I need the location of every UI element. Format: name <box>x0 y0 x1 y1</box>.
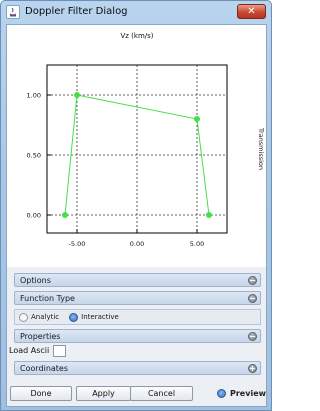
filter-chart[interactable]: Vz (km/s) -5.00 0.00 5.00 0.00 0.50 1.00 Tran… <box>7 25 266 267</box>
close-button[interactable]: ✕ <box>237 4 266 19</box>
window-title: Doppler Filter Dialog <box>25 6 128 17</box>
preview-radio[interactable] <box>217 389 226 398</box>
interactive-radio[interactable] <box>69 312 79 322</box>
function-type-options: Analytic Interactive <box>14 309 261 325</box>
dialog-content: Vz (km/s) -5.00 0.00 5.00 0.00 0.50 1.00 Tran… <box>6 24 267 407</box>
x-tick-label: 0.00 <box>130 240 144 248</box>
y-tick-label: 0.00 <box>27 212 41 220</box>
function-type-panel-header[interactable]: Function Type − <box>14 291 261 305</box>
function-type-label: Function Type <box>20 293 75 303</box>
title-bar[interactable]: Doppler Filter Dialog ✕ <box>1 1 271 23</box>
y-axis-label: Transmission <box>257 127 265 170</box>
function-type-collapse-icon[interactable]: − <box>248 294 257 303</box>
chart-title: Vz (km/s) <box>120 32 153 40</box>
control-point[interactable] <box>74 92 80 98</box>
properties-label: Properties <box>20 331 61 341</box>
interactive-label: Interactive <box>81 313 119 321</box>
control-point[interactable] <box>206 212 212 218</box>
apply-button[interactable]: Apply <box>76 386 131 401</box>
properties-panel-header[interactable]: Properties − <box>14 329 261 343</box>
analytic-radio[interactable] <box>19 312 28 322</box>
x-tick-label: -5.00 <box>69 240 86 248</box>
java-app-icon <box>6 5 20 19</box>
control-point[interactable] <box>194 116 200 122</box>
preview-toggle[interactable]: Preview <box>217 386 266 401</box>
load-ascii-row: Load Ascii <box>9 343 256 358</box>
y-tick-label: 1.00 <box>27 92 41 100</box>
options-panel-header[interactable]: Options − <box>14 273 261 287</box>
analytic-label: Analytic <box>31 313 60 321</box>
y-tick-label: 0.50 <box>27 152 41 160</box>
options-collapse-icon[interactable]: − <box>248 276 257 285</box>
coordinates-label: Coordinates <box>20 363 69 373</box>
dialog-window: Doppler Filter Dialog ✕ Vz (km/s) -5.00 0… <box>0 0 272 411</box>
options-label: Options <box>20 275 51 285</box>
filter-plot[interactable]: Vz (km/s) -5.00 0.00 5.00 0.00 0.50 1.00 Tran… <box>7 25 266 267</box>
control-point[interactable] <box>62 212 68 218</box>
x-tick-label: 5.00 <box>190 240 204 248</box>
coordinates-panel-header[interactable]: Coordinates + <box>14 361 261 375</box>
properties-collapse-icon[interactable]: − <box>248 332 257 341</box>
preview-label: Preview <box>230 389 267 398</box>
cancel-button[interactable]: Cancel <box>130 386 193 401</box>
done-button[interactable]: Done <box>10 386 72 401</box>
coordinates-expand-icon[interactable]: + <box>248 364 257 373</box>
load-ascii-checkbox[interactable] <box>53 344 67 357</box>
load-ascii-label: Load Ascii <box>9 346 50 355</box>
